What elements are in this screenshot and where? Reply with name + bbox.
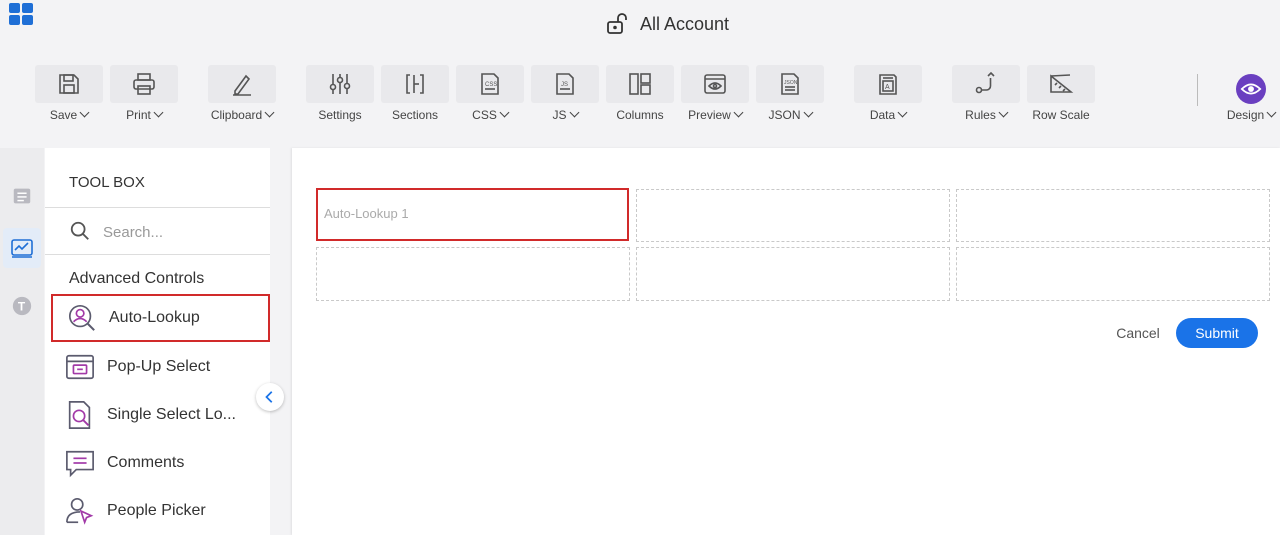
form-cell[interactable]	[956, 189, 1270, 242]
analytics-icon[interactable]	[3, 228, 41, 268]
chevron-down-icon	[569, 107, 579, 118]
columns-icon	[629, 73, 651, 95]
collapse-panel-button[interactable]	[256, 383, 284, 411]
design-label[interactable]: Design	[1222, 107, 1280, 122]
cancel-button[interactable]: Cancel	[1110, 318, 1166, 348]
popup-select-icon	[63, 350, 97, 384]
clipboard-button[interactable]	[208, 65, 276, 103]
preview-button[interactable]	[681, 65, 749, 103]
svg-text:T: T	[18, 300, 26, 314]
toolbox-title: TOOL BOX	[69, 174, 145, 191]
print-icon	[133, 73, 155, 95]
divider	[45, 207, 270, 208]
page-title: All Account	[640, 13, 730, 34]
sections-icon	[406, 74, 424, 94]
app-grid-icon[interactable]	[8, 2, 34, 25]
chevron-down-icon	[803, 107, 813, 118]
settings-button[interactable]	[306, 65, 374, 103]
preview-label[interactable]: Preview	[678, 107, 752, 122]
text-t-icon[interactable]: T	[3, 286, 41, 326]
chevron-down-icon	[1266, 107, 1277, 118]
advanced-controls-heading: Advanced Controls	[69, 270, 205, 287]
people-picker-icon	[63, 494, 97, 528]
data-label[interactable]: Data	[854, 107, 922, 122]
save-icon	[59, 74, 79, 94]
tool-popup-select[interactable]: Pop-Up Select	[51, 343, 270, 391]
chevron-down-icon	[153, 107, 164, 118]
form-cell-auto-lookup[interactable]: Auto-Lookup 1	[316, 188, 629, 241]
json-label[interactable]: JSON	[756, 107, 824, 122]
js-button[interactable]: JS	[531, 65, 599, 103]
auto-lookup-field-label: Auto-Lookup 1	[324, 206, 409, 221]
save-button[interactable]	[35, 65, 103, 103]
columns-button[interactable]	[606, 65, 674, 103]
chevron-down-icon	[264, 107, 275, 118]
rules-icon	[975, 71, 995, 94]
row-scale-button[interactable]	[1027, 65, 1095, 103]
chevron-down-icon	[499, 107, 510, 118]
css-icon: CSS	[481, 73, 499, 95]
form-cell[interactable]	[316, 247, 630, 301]
form-list-icon[interactable]	[3, 176, 41, 216]
single-select-lookup-icon	[63, 398, 97, 432]
rules-label[interactable]: Rules	[952, 107, 1020, 122]
tool-item-label: Pop-Up Select	[107, 358, 211, 375]
tool-item-label: Comments	[107, 454, 185, 471]
print-label[interactable]: Print	[110, 107, 178, 122]
clipboard-icon	[233, 74, 251, 96]
page-header: All Account	[606, 12, 729, 36]
preview-icon	[704, 74, 726, 94]
clipboard-label[interactable]: Clipboard	[202, 107, 282, 122]
tool-item-label: People Picker	[107, 502, 206, 519]
tool-single-select-lookup[interactable]: Single Select Lo...	[51, 391, 270, 439]
unlock-icon	[607, 13, 627, 34]
chevron-down-icon	[733, 107, 744, 118]
svg-text:JSON: JSON	[784, 80, 798, 86]
search-icon	[70, 221, 89, 240]
form-cell[interactable]	[636, 189, 950, 242]
print-button[interactable]	[110, 65, 178, 103]
tool-item-label: Single Select Lo...	[107, 406, 236, 423]
toolbox-search-input[interactable]	[103, 221, 253, 243]
row-scale-label[interactable]: Row Scale	[1027, 108, 1095, 122]
rules-button[interactable]	[952, 65, 1020, 103]
chevron-left-icon	[265, 391, 273, 403]
row-scale-icon	[1050, 74, 1074, 93]
divider	[45, 254, 270, 255]
design-eye-icon[interactable]	[1236, 74, 1266, 104]
svg-text:A: A	[885, 84, 890, 91]
form-cell[interactable]	[956, 247, 1270, 301]
comments-icon	[63, 446, 97, 480]
data-icon: A	[879, 74, 897, 95]
settings-icon	[329, 74, 351, 94]
submit-button[interactable]: Submit	[1176, 318, 1258, 348]
json-icon: JSON	[781, 73, 799, 95]
json-button[interactable]: JSON	[756, 65, 824, 103]
settings-label[interactable]: Settings	[306, 108, 374, 122]
data-button[interactable]: A	[854, 65, 922, 103]
columns-label[interactable]: Columns	[606, 108, 674, 122]
js-icon: JS	[556, 73, 574, 95]
svg-text:CSS: CSS	[485, 82, 497, 88]
tool-item-label: Auto-Lookup	[109, 309, 200, 326]
chevron-down-icon	[897, 107, 908, 118]
tool-comments[interactable]: Comments	[51, 439, 270, 487]
sections-button[interactable]	[381, 65, 449, 103]
sections-label[interactable]: Sections	[381, 108, 449, 122]
toolbox-panel: TOOL BOX Advanced Controls Auto-Lookup P…	[45, 148, 270, 535]
toolbar-divider	[1197, 74, 1198, 106]
css-button[interactable]: CSS	[456, 65, 524, 103]
left-icon-strip: T	[0, 148, 44, 535]
tool-auto-lookup[interactable]: Auto-Lookup	[51, 294, 270, 342]
form-cell[interactable]	[636, 247, 950, 301]
auto-lookup-icon	[65, 301, 99, 335]
js-label[interactable]: JS	[531, 107, 599, 122]
save-label[interactable]: Save	[35, 107, 103, 122]
css-label[interactable]: CSS	[456, 107, 524, 122]
tool-people-picker[interactable]: People Picker	[51, 487, 270, 535]
chevron-down-icon	[79, 107, 90, 118]
svg-text:JS: JS	[561, 82, 568, 88]
chevron-down-icon	[998, 107, 1009, 118]
